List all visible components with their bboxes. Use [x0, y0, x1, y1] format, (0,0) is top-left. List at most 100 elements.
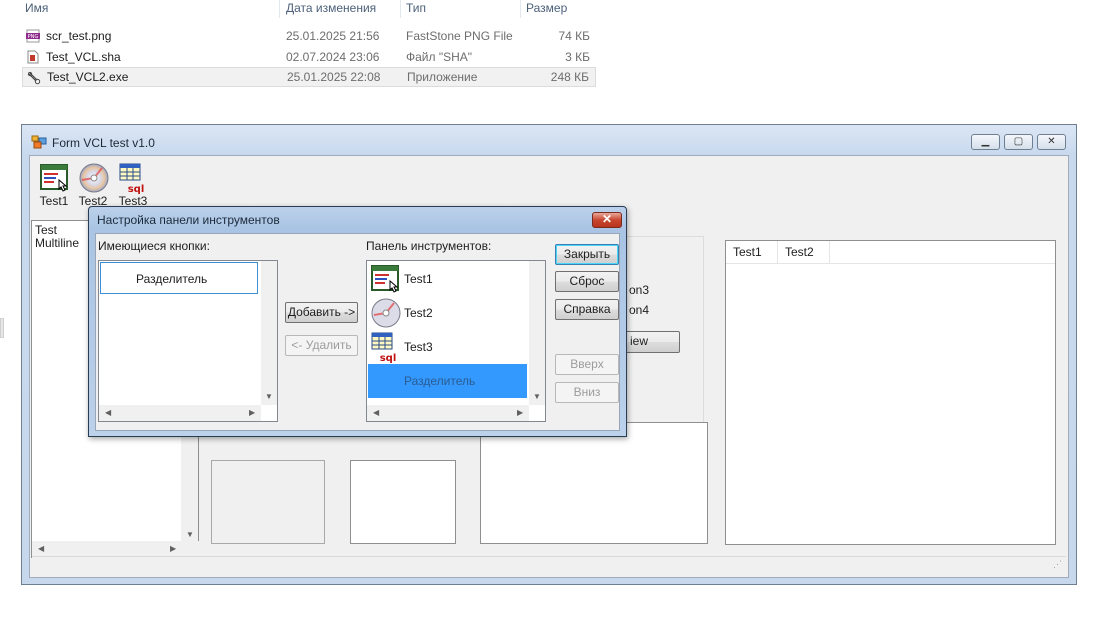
- toolbar-button-test2[interactable]: Test2: [74, 160, 112, 208]
- file-date: 25.01.2025 21:56: [286, 29, 380, 43]
- column-divider[interactable]: [400, 0, 401, 18]
- sql-table-icon: sql: [371, 332, 397, 363]
- list-item[interactable]: sql Test3: [368, 330, 528, 364]
- scroll-right-arrow-icon[interactable]: ▶: [517, 408, 523, 417]
- list-item[interactable]: Test1: [368, 262, 528, 296]
- header-divider: [726, 263, 1055, 264]
- available-buttons-list[interactable]: Разделитель ▼ ◀ ▶: [98, 260, 278, 422]
- scroll-left-arrow-icon[interactable]: ◀: [373, 408, 379, 417]
- file-name: scr_test.png: [46, 29, 112, 43]
- file-name: Test_VCL.sha: [46, 50, 121, 64]
- minimize-icon: ▁: [981, 136, 990, 147]
- memo-box[interactable]: [480, 422, 708, 544]
- exe-file-icon: [27, 71, 41, 85]
- sql-table-icon: sql: [119, 163, 145, 194]
- png-file-icon: PNG: [26, 29, 40, 43]
- column-header-date[interactable]: Дата изменения: [286, 0, 376, 18]
- cd-disc-icon: [371, 298, 401, 328]
- file-row[interactable]: Test_VCL.sha 02.07.2024 23:06 Файл "SHA"…: [22, 47, 596, 67]
- list-item[interactable]: Разделитель: [100, 262, 258, 294]
- radio-label[interactable]: on3: [629, 283, 649, 297]
- maximize-icon: ▢: [1013, 136, 1024, 147]
- toolbar-customize-dialog: Настройка панели инструментов ✕ Имеющиес…: [88, 206, 627, 437]
- dialog-title: Настройка панели инструментов: [97, 213, 280, 227]
- window-title: Form VCL test v1.0: [52, 136, 155, 150]
- svg-text:sql: sql: [380, 353, 397, 363]
- move-down-button[interactable]: Вниз: [555, 382, 619, 403]
- column-divider[interactable]: [520, 0, 521, 18]
- vertical-scrollbar[interactable]: ▼: [529, 261, 545, 405]
- file-type: Приложение: [407, 70, 478, 84]
- toolbar-items-label: Панель инструментов:: [366, 239, 492, 253]
- horizontal-scrollbar[interactable]: ◀ ▶: [99, 405, 261, 421]
- available-buttons-label: Имеющиеся кнопки:: [98, 239, 210, 253]
- list-view[interactable]: Test1 Test2: [725, 240, 1056, 545]
- remove-button[interactable]: <- Удалить: [285, 335, 358, 356]
- button-label: iew: [630, 334, 649, 348]
- panel: [211, 460, 325, 544]
- maximize-button[interactable]: ▢: [1004, 134, 1033, 150]
- svg-text:PNG: PNG: [28, 34, 39, 40]
- help-button[interactable]: Справка: [555, 299, 619, 320]
- scroll-left-arrow-icon[interactable]: ◀: [105, 408, 111, 417]
- horizontal-scrollbar[interactable]: ◀ ▶: [367, 405, 529, 421]
- column-header-size[interactable]: Размер: [526, 0, 567, 18]
- file-date: 02.07.2024 23:06: [286, 50, 380, 64]
- file-size: 248 КБ: [550, 70, 589, 84]
- scroll-left-arrow-icon[interactable]: ◀: [38, 544, 44, 553]
- splitter-handle[interactable]: [0, 318, 4, 338]
- dialog-close-button[interactable]: ✕: [592, 212, 622, 228]
- toolbar-button-label: Test1: [39, 194, 69, 208]
- column-header-name[interactable]: Имя: [25, 0, 48, 18]
- cd-disc-icon: [79, 163, 109, 193]
- column-divider[interactable]: [279, 0, 280, 18]
- sha-file-icon: [27, 50, 39, 64]
- svg-text:sql: sql: [128, 184, 145, 194]
- list-item-label: Test1: [404, 272, 433, 286]
- list-column-header[interactable]: Test2: [778, 241, 830, 263]
- close-button[interactable]: ✕: [1037, 134, 1066, 150]
- file-type: FastStone PNG File: [406, 29, 513, 43]
- scroll-down-arrow-icon[interactable]: ▼: [186, 530, 194, 539]
- toolbar-button-test1[interactable]: Test1: [35, 160, 73, 208]
- add-button[interactable]: Добавить ->: [285, 302, 358, 323]
- size-grip-icon[interactable]: ⋰: [1053, 559, 1062, 570]
- form-editor-icon: [371, 265, 399, 293]
- scroll-down-arrow-icon[interactable]: ▼: [265, 392, 273, 401]
- list-item-label: Test3: [404, 340, 433, 354]
- file-type: Файл "SHA": [406, 50, 473, 64]
- file-date: 25.01.2025 22:08: [287, 70, 381, 84]
- list-item-label: Разделитель: [136, 272, 208, 286]
- radio-label[interactable]: on4: [629, 303, 649, 317]
- list-item-label: Разделитель: [404, 374, 476, 388]
- horizontal-scrollbar[interactable]: ◀ ▶: [32, 541, 200, 557]
- status-bar: ⋰: [32, 556, 1066, 575]
- app-icon: [31, 135, 47, 149]
- move-up-button[interactable]: Вверх: [555, 354, 619, 375]
- file-size: 3 КБ: [565, 50, 590, 64]
- scroll-right-arrow-icon[interactable]: ▶: [170, 544, 176, 553]
- file-row-selected[interactable]: Test_VCL2.exe 25.01.2025 22:08 Приложени…: [22, 67, 596, 87]
- reset-button[interactable]: Сброс: [555, 271, 619, 292]
- dialog-client-area: Имеющиеся кнопки: Разделитель ▼ ◀ ▶ Доба…: [95, 233, 620, 431]
- list-column-header[interactable]: Test1: [726, 241, 778, 263]
- scroll-right-arrow-icon[interactable]: ▶: [249, 408, 255, 417]
- close-dialog-button[interactable]: Закрыть: [555, 244, 619, 265]
- file-size: 74 КБ: [558, 29, 590, 43]
- scroll-down-arrow-icon[interactable]: ▼: [533, 392, 541, 401]
- close-icon: ✕: [1047, 136, 1056, 147]
- list-item[interactable]: Test2: [368, 296, 528, 330]
- list-item-selected[interactable]: Разделитель: [368, 364, 527, 398]
- file-row[interactable]: PNG scr_test.png 25.01.2025 21:56 FastSt…: [22, 26, 596, 46]
- close-icon: ✕: [601, 212, 613, 226]
- memo-line: Multiline: [35, 236, 80, 250]
- minimize-button[interactable]: ▁: [971, 134, 1000, 150]
- column-header-type[interactable]: Тип: [406, 0, 426, 18]
- memo-box[interactable]: [350, 460, 456, 544]
- toolbar-button-test3[interactable]: sql Test3: [114, 160, 152, 208]
- file-name: Test_VCL2.exe: [47, 70, 129, 84]
- form-editor-icon: [40, 164, 68, 192]
- toolbar-items-list[interactable]: Test1 Test2 sql Test3 Разделитель ▼ ◀ ▶: [366, 260, 546, 422]
- vertical-scrollbar[interactable]: ▼: [261, 261, 277, 405]
- list-item-label: Test2: [404, 306, 433, 320]
